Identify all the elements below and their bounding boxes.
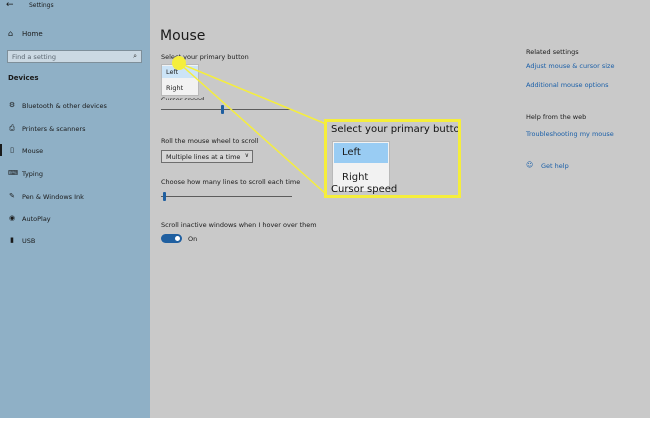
get-help-icon: ☺	[526, 161, 534, 169]
bluetooth-icon: ⚙	[8, 101, 16, 109]
scroll-label: Roll the mouse wheel to scroll	[161, 137, 259, 145]
sidebar-item-autoplay[interactable]: ◉ AutoPlay	[8, 214, 148, 226]
sidebar-item-label: Mouse	[22, 147, 44, 155]
zoom-callout-title: Select your primary button	[331, 124, 461, 135]
section-heading-devices: Devices	[8, 74, 39, 82]
page-title: Mouse	[160, 28, 206, 44]
home-icon: ⌂	[8, 29, 14, 38]
scroll-mode-select[interactable]: Multiple lines at a time ∨	[161, 150, 253, 163]
sidebar-item-label: Typing	[22, 170, 43, 178]
troubleshooting-link[interactable]: Troubleshooting my mouse	[526, 130, 614, 138]
zoom-callout: Select your primary button Left Right Cu…	[324, 119, 461, 198]
home-label: Home	[22, 30, 43, 38]
zoom-callout-cursor-speed: Cursor speed	[331, 184, 398, 195]
help-from-web-title: Help from the web	[526, 113, 587, 121]
lines-label: Choose how many lines to scroll each tim…	[161, 178, 301, 186]
bottom-margin	[0, 418, 650, 435]
toggle-state-label: On	[188, 235, 198, 243]
cursor-speed-track	[161, 109, 292, 110]
mouse-icon: ▯	[10, 146, 14, 154]
app-title: Settings	[29, 2, 54, 9]
settings-window: ← Settings ⌂ Home Find a setting ⌕ Devic…	[0, 0, 650, 418]
inactive-scroll-toggle[interactable]	[161, 234, 182, 243]
sidebar-item-label: AutoPlay	[22, 215, 51, 223]
inactive-scroll-label: Scroll inactive windows when I hover ove…	[161, 221, 317, 229]
title-bar: ← Settings	[0, 0, 150, 14]
sidebar-item-usb[interactable]: ▮ USB	[8, 236, 148, 248]
primary-option-right[interactable]: Right	[162, 82, 198, 94]
related-settings-title: Related settings	[526, 48, 579, 56]
sidebar-item-pen[interactable]: ✎ Pen & Windows Ink	[8, 192, 148, 204]
sidebar-item-label: Printers & scanners	[22, 125, 86, 133]
zoom-option-label: Right	[342, 172, 369, 183]
option-label: Right	[166, 84, 184, 92]
zoom-option-left: Left	[334, 143, 388, 163]
toggle-knob	[175, 236, 180, 241]
keyboard-icon: ⌨	[8, 169, 19, 177]
additional-mouse-options-link[interactable]: Additional mouse options	[526, 81, 609, 89]
back-arrow-icon[interactable]: ←	[6, 0, 14, 10]
zoom-option-label: Left	[342, 147, 361, 158]
printer-icon: ⎙	[9, 124, 15, 132]
search-input[interactable]: Find a setting ⌕	[7, 50, 142, 63]
sidebar: ← Settings ⌂ Home Find a setting ⌕ Devic…	[0, 0, 150, 418]
search-icon: ⌕	[133, 52, 137, 60]
get-help-link[interactable]: Get help	[541, 162, 569, 170]
autoplay-icon: ◉	[8, 214, 16, 222]
lines-track	[161, 196, 292, 197]
chevron-down-icon: ∨	[244, 152, 249, 159]
sidebar-item-bluetooth[interactable]: ⚙ Bluetooth & other devices	[8, 101, 148, 113]
scroll-mode-value: Multiple lines at a time	[166, 153, 241, 161]
adjust-cursor-size-link[interactable]: Adjust mouse & cursor size	[526, 62, 614, 70]
usb-icon: ▮	[10, 236, 14, 244]
sidebar-item-mouse[interactable]: ▯ Mouse	[0, 144, 148, 158]
sidebar-item-typing[interactable]: ⌨ Typing	[8, 169, 148, 181]
cursor-speed-thumb[interactable]	[221, 105, 224, 114]
pen-icon: ✎	[9, 192, 15, 200]
sidebar-item-label: Bluetooth & other devices	[22, 102, 107, 110]
lines-thumb[interactable]	[163, 192, 166, 201]
sidebar-item-label: Pen & Windows Ink	[22, 193, 84, 201]
highlight-marker	[172, 56, 186, 70]
sidebar-item-label: USB	[22, 237, 36, 245]
search-placeholder: Find a setting	[12, 53, 56, 61]
cursor-speed-label: Cursor speed	[161, 96, 205, 100]
sidebar-item-printers[interactable]: ⎙ Printers & scanners	[8, 124, 148, 136]
